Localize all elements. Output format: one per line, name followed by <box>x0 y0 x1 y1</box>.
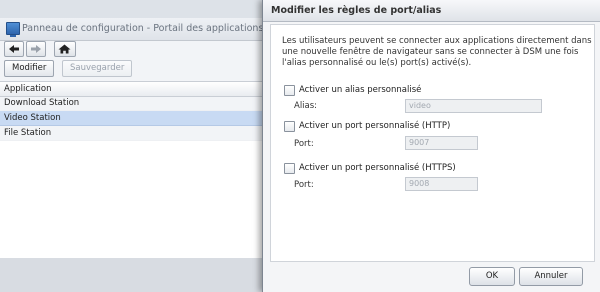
forward-button[interactable] <box>26 41 46 57</box>
port-alias-dialog: Modifier les règles de port/alias Les ut… <box>262 0 600 292</box>
column-header-application[interactable]: Application <box>4 84 52 94</box>
dialog-body: Les utilisateurs peuvent se connecter au… <box>270 24 595 262</box>
https-port-field-label: Port: <box>294 180 314 190</box>
http-port-checkbox-label[interactable]: Activer un port personnalisé (HTTP) <box>299 121 450 131</box>
alias-input[interactable]: video <box>405 99 542 113</box>
alias-checkbox-label[interactable]: Activer un alias personnalisé <box>299 85 421 95</box>
cancel-button[interactable]: Annuler <box>519 267 583 286</box>
arrow-right-icon <box>31 45 41 53</box>
dialog-footer: OK Annuler <box>263 262 600 292</box>
alias-checkbox[interactable] <box>284 85 295 96</box>
back-button[interactable] <box>4 41 24 57</box>
control-panel-icon <box>6 22 20 37</box>
dialog-titlebar[interactable]: Modifier les règles de port/alias <box>263 0 600 22</box>
https-port-input[interactable]: 9008 <box>405 177 478 191</box>
modify-button[interactable]: Modifier <box>4 60 55 77</box>
arrow-left-icon <box>9 45 19 53</box>
dialog-title: Modifier les règles de port/alias <box>271 5 442 16</box>
alias-field-label: Alias: <box>294 101 318 111</box>
http-port-checkbox[interactable] <box>284 121 295 132</box>
save-button[interactable]: Sauvegarder <box>62 60 133 77</box>
https-port-checkbox-label[interactable]: Activer un port personnalisé (HTTPS) <box>299 163 456 173</box>
window-title: Panneau de configuration - Portail des a… <box>22 23 264 34</box>
ok-button[interactable]: OK <box>469 267 515 286</box>
https-port-checkbox[interactable] <box>284 163 295 174</box>
home-icon <box>58 44 71 54</box>
http-port-input[interactable]: 9007 <box>405 136 478 150</box>
dialog-description: Les utilisateurs peuvent se connecter au… <box>282 36 592 68</box>
home-button[interactable] <box>54 41 76 57</box>
http-port-field-label: Port: <box>294 139 314 149</box>
